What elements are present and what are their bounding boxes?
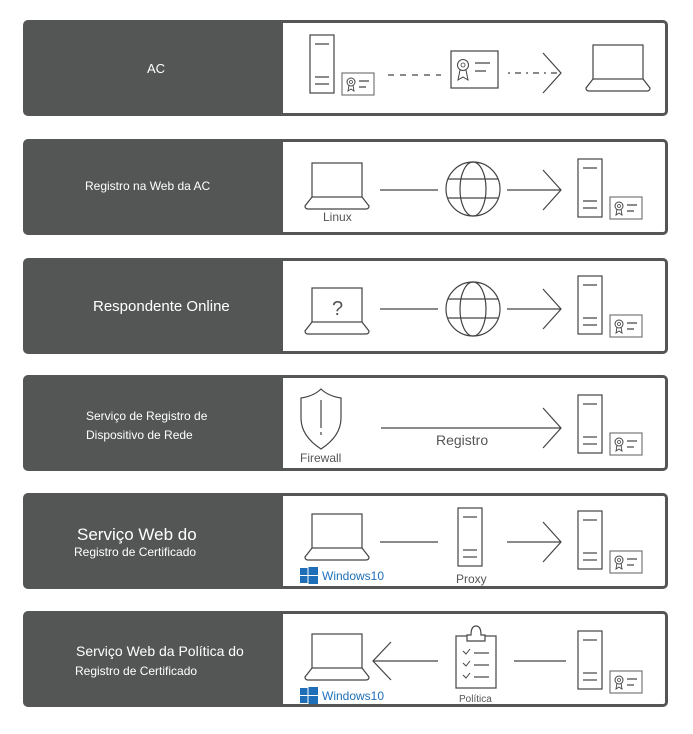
row-label-panel: Serviço Web do Registro de Certificado	[26, 496, 283, 586]
row-diagram: ?	[283, 261, 665, 351]
laptop-icon	[585, 44, 651, 92]
middle-label: Proxy	[456, 572, 487, 586]
row-online-responder: Respondente Online ?	[23, 258, 668, 354]
globe-icon	[445, 161, 501, 217]
row-cert-enrollment-policy-web-service: Serviço Web da Política do Registro de C…	[23, 611, 668, 707]
row-title: Registro na Web da AC	[85, 179, 211, 193]
row-diagram	[283, 23, 665, 113]
row-title-line2: Dispositivo de Rede	[86, 428, 193, 442]
row-label-panel: Respondente Online	[26, 261, 283, 351]
diagram-canvas	[309, 34, 651, 96]
laptop-question-icon: ?	[304, 287, 370, 335]
diagram-canvas: ?	[304, 275, 643, 338]
server-icon	[577, 275, 603, 335]
row-diagram: Linux	[283, 142, 665, 232]
globe-icon	[445, 281, 501, 337]
row-diagram: Windows10 Proxy	[283, 496, 665, 586]
laptop-icon	[304, 162, 370, 210]
certificate-icon	[609, 550, 643, 574]
server-icon	[577, 394, 603, 454]
row-ca-web-enrollment: Registro na Web da AC Linux	[23, 139, 668, 235]
certificate-icon	[450, 50, 499, 89]
certificate-icon	[609, 196, 643, 220]
row-label-panel: AC	[26, 23, 283, 113]
row-ndes: Serviço de Registro de Dispositivo de Re…	[23, 375, 668, 471]
server-icon	[577, 510, 603, 570]
diagram-canvas: Linux	[304, 158, 643, 224]
server-icon	[577, 158, 603, 218]
windows-logo-icon	[300, 567, 318, 584]
row-label-panel: Registro na Web da AC	[26, 142, 283, 232]
row-title-line1: Serviço Web da Política do	[76, 643, 244, 659]
row-label-panel: Serviço Web da Política do Registro de C…	[26, 614, 283, 704]
certificate-icon	[341, 72, 375, 96]
laptop-icon	[304, 633, 370, 681]
row-title: AC	[147, 61, 166, 76]
diagram-canvas: Windows10 Política	[300, 625, 643, 704]
row-ac: AC	[23, 20, 668, 116]
row-title-line1: Serviço de Registro de	[86, 409, 208, 423]
row-title-line2: Registro de Certificado	[74, 545, 197, 559]
diagram-canvas: Windows10 Proxy	[300, 507, 643, 586]
row-diagram: Firewall Registro	[283, 378, 665, 468]
row-title-line2: Registro de Certificado	[75, 664, 198, 678]
server-icon	[309, 34, 335, 94]
arrow-label: Registro	[436, 432, 488, 448]
svg-text:?: ?	[332, 298, 343, 320]
row-diagram: Windows10 Política	[283, 614, 665, 704]
client-label: Linux	[323, 210, 352, 224]
proxy-server-icon	[457, 507, 483, 567]
firewall-shield-icon	[300, 388, 342, 450]
diagram-canvas: Firewall Registro	[300, 388, 643, 465]
client-label: Windows10	[322, 689, 384, 703]
policy-clipboard-icon	[455, 625, 497, 689]
windows-logo-icon	[300, 687, 318, 704]
middle-label: Política	[459, 694, 492, 704]
server-icon	[577, 630, 603, 690]
client-label: Windows10	[322, 569, 384, 583]
row-cert-enrollment-web-service: Serviço Web do Registro de Certificado W…	[23, 493, 668, 589]
laptop-icon	[304, 513, 370, 561]
row-title: Respondente Online	[93, 298, 230, 315]
client-label: Firewall	[300, 451, 341, 465]
certificate-icon	[609, 314, 643, 338]
certificate-icon	[609, 670, 643, 694]
row-title-line1: Serviço Web do	[77, 525, 197, 544]
row-label-panel: Serviço de Registro de Dispositivo de Re…	[26, 378, 283, 468]
certificate-icon	[609, 432, 643, 456]
